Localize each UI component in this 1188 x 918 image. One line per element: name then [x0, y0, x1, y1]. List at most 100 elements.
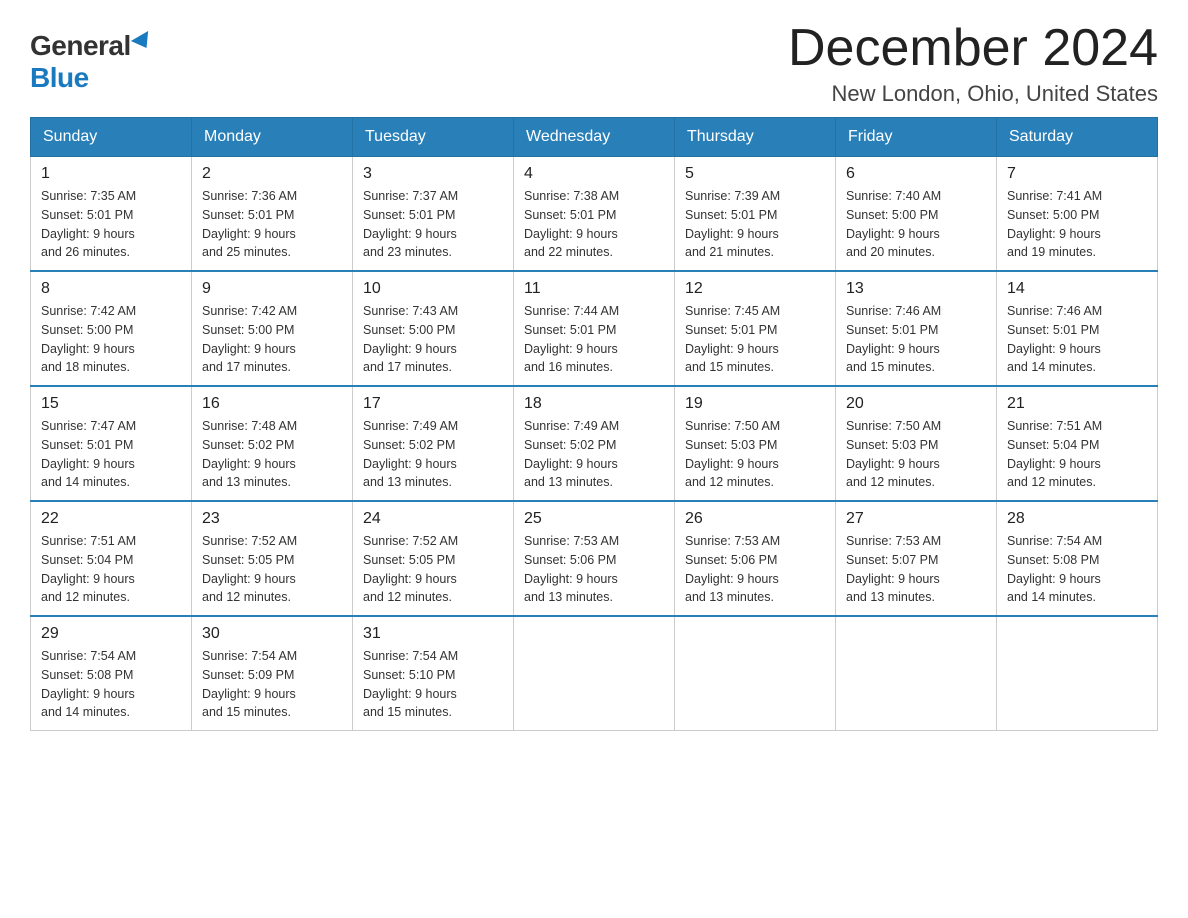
calendar-week-row: 8 Sunrise: 7:42 AM Sunset: 5:00 PM Dayli… — [31, 271, 1158, 386]
calendar-table: SundayMondayTuesdayWednesdayThursdayFrid… — [30, 117, 1158, 731]
day-info: Sunrise: 7:35 AM Sunset: 5:01 PM Dayligh… — [41, 187, 181, 262]
day-info: Sunrise: 7:51 AM Sunset: 5:04 PM Dayligh… — [41, 532, 181, 607]
calendar-cell: 27 Sunrise: 7:53 AM Sunset: 5:07 PM Dayl… — [836, 501, 997, 616]
title-area: December 2024 New London, Ohio, United S… — [788, 20, 1158, 107]
day-number: 16 — [202, 395, 342, 413]
calendar-cell: 16 Sunrise: 7:48 AM Sunset: 5:02 PM Dayl… — [192, 386, 353, 501]
calendar-cell — [997, 616, 1158, 731]
day-number: 8 — [41, 280, 181, 298]
day-info: Sunrise: 7:46 AM Sunset: 5:01 PM Dayligh… — [846, 302, 986, 377]
calendar-cell: 28 Sunrise: 7:54 AM Sunset: 5:08 PM Dayl… — [997, 501, 1158, 616]
calendar-week-row: 29 Sunrise: 7:54 AM Sunset: 5:08 PM Dayl… — [31, 616, 1158, 731]
calendar-cell: 12 Sunrise: 7:45 AM Sunset: 5:01 PM Dayl… — [675, 271, 836, 386]
calendar-cell: 11 Sunrise: 7:44 AM Sunset: 5:01 PM Dayl… — [514, 271, 675, 386]
calendar-cell: 1 Sunrise: 7:35 AM Sunset: 5:01 PM Dayli… — [31, 157, 192, 272]
calendar-cell: 21 Sunrise: 7:51 AM Sunset: 5:04 PM Dayl… — [997, 386, 1158, 501]
header-day-tuesday: Tuesday — [353, 118, 514, 157]
day-info: Sunrise: 7:52 AM Sunset: 5:05 PM Dayligh… — [363, 532, 503, 607]
day-info: Sunrise: 7:47 AM Sunset: 5:01 PM Dayligh… — [41, 417, 181, 492]
day-info: Sunrise: 7:53 AM Sunset: 5:06 PM Dayligh… — [685, 532, 825, 607]
day-number: 6 — [846, 165, 986, 183]
calendar-cell: 29 Sunrise: 7:54 AM Sunset: 5:08 PM Dayl… — [31, 616, 192, 731]
calendar-header-row: SundayMondayTuesdayWednesdayThursdayFrid… — [31, 118, 1158, 157]
calendar-cell: 20 Sunrise: 7:50 AM Sunset: 5:03 PM Dayl… — [836, 386, 997, 501]
header: General Blue December 2024 New London, O… — [30, 20, 1158, 107]
logo: General Blue — [30, 30, 153, 94]
day-number: 12 — [685, 280, 825, 298]
day-info: Sunrise: 7:42 AM Sunset: 5:00 PM Dayligh… — [41, 302, 181, 377]
day-info: Sunrise: 7:46 AM Sunset: 5:01 PM Dayligh… — [1007, 302, 1147, 377]
day-info: Sunrise: 7:50 AM Sunset: 5:03 PM Dayligh… — [846, 417, 986, 492]
day-number: 26 — [685, 510, 825, 528]
header-day-sunday: Sunday — [31, 118, 192, 157]
day-info: Sunrise: 7:40 AM Sunset: 5:00 PM Dayligh… — [846, 187, 986, 262]
day-number: 20 — [846, 395, 986, 413]
calendar-week-row: 1 Sunrise: 7:35 AM Sunset: 5:01 PM Dayli… — [31, 157, 1158, 272]
day-info: Sunrise: 7:44 AM Sunset: 5:01 PM Dayligh… — [524, 302, 664, 377]
day-number: 15 — [41, 395, 181, 413]
day-number: 22 — [41, 510, 181, 528]
day-info: Sunrise: 7:54 AM Sunset: 5:08 PM Dayligh… — [1007, 532, 1147, 607]
day-number: 11 — [524, 280, 664, 298]
header-day-monday: Monday — [192, 118, 353, 157]
day-number: 29 — [41, 625, 181, 643]
day-number: 3 — [363, 165, 503, 183]
day-info: Sunrise: 7:54 AM Sunset: 5:10 PM Dayligh… — [363, 647, 503, 722]
calendar-cell: 26 Sunrise: 7:53 AM Sunset: 5:06 PM Dayl… — [675, 501, 836, 616]
calendar-cell: 7 Sunrise: 7:41 AM Sunset: 5:00 PM Dayli… — [997, 157, 1158, 272]
day-info: Sunrise: 7:49 AM Sunset: 5:02 PM Dayligh… — [363, 417, 503, 492]
calendar-cell: 13 Sunrise: 7:46 AM Sunset: 5:01 PM Dayl… — [836, 271, 997, 386]
day-number: 19 — [685, 395, 825, 413]
day-number: 10 — [363, 280, 503, 298]
logo-blue-text: Blue — [30, 62, 89, 94]
calendar-cell: 5 Sunrise: 7:39 AM Sunset: 5:01 PM Dayli… — [675, 157, 836, 272]
day-number: 18 — [524, 395, 664, 413]
day-number: 17 — [363, 395, 503, 413]
day-info: Sunrise: 7:37 AM Sunset: 5:01 PM Dayligh… — [363, 187, 503, 262]
day-number: 21 — [1007, 395, 1147, 413]
day-info: Sunrise: 7:39 AM Sunset: 5:01 PM Dayligh… — [685, 187, 825, 262]
day-number: 5 — [685, 165, 825, 183]
day-number: 1 — [41, 165, 181, 183]
header-day-saturday: Saturday — [997, 118, 1158, 157]
day-info: Sunrise: 7:41 AM Sunset: 5:00 PM Dayligh… — [1007, 187, 1147, 262]
calendar-cell: 10 Sunrise: 7:43 AM Sunset: 5:00 PM Dayl… — [353, 271, 514, 386]
day-info: Sunrise: 7:51 AM Sunset: 5:04 PM Dayligh… — [1007, 417, 1147, 492]
day-info: Sunrise: 7:52 AM Sunset: 5:05 PM Dayligh… — [202, 532, 342, 607]
day-number: 23 — [202, 510, 342, 528]
calendar-cell: 23 Sunrise: 7:52 AM Sunset: 5:05 PM Dayl… — [192, 501, 353, 616]
calendar-cell: 14 Sunrise: 7:46 AM Sunset: 5:01 PM Dayl… — [997, 271, 1158, 386]
day-info: Sunrise: 7:38 AM Sunset: 5:01 PM Dayligh… — [524, 187, 664, 262]
day-number: 28 — [1007, 510, 1147, 528]
day-info: Sunrise: 7:53 AM Sunset: 5:06 PM Dayligh… — [524, 532, 664, 607]
calendar-cell: 25 Sunrise: 7:53 AM Sunset: 5:06 PM Dayl… — [514, 501, 675, 616]
calendar-cell: 3 Sunrise: 7:37 AM Sunset: 5:01 PM Dayli… — [353, 157, 514, 272]
day-info: Sunrise: 7:50 AM Sunset: 5:03 PM Dayligh… — [685, 417, 825, 492]
calendar-cell — [675, 616, 836, 731]
day-number: 25 — [524, 510, 664, 528]
calendar-cell — [836, 616, 997, 731]
calendar-cell: 22 Sunrise: 7:51 AM Sunset: 5:04 PM Dayl… — [31, 501, 192, 616]
day-info: Sunrise: 7:53 AM Sunset: 5:07 PM Dayligh… — [846, 532, 986, 607]
header-day-wednesday: Wednesday — [514, 118, 675, 157]
day-info: Sunrise: 7:49 AM Sunset: 5:02 PM Dayligh… — [524, 417, 664, 492]
calendar-cell: 30 Sunrise: 7:54 AM Sunset: 5:09 PM Dayl… — [192, 616, 353, 731]
calendar-cell: 24 Sunrise: 7:52 AM Sunset: 5:05 PM Dayl… — [353, 501, 514, 616]
day-info: Sunrise: 7:42 AM Sunset: 5:00 PM Dayligh… — [202, 302, 342, 377]
day-number: 4 — [524, 165, 664, 183]
calendar-cell: 19 Sunrise: 7:50 AM Sunset: 5:03 PM Dayl… — [675, 386, 836, 501]
location-label: New London, Ohio, United States — [788, 81, 1158, 107]
day-number: 2 — [202, 165, 342, 183]
logo-general-text: General — [30, 30, 131, 62]
calendar-week-row: 22 Sunrise: 7:51 AM Sunset: 5:04 PM Dayl… — [31, 501, 1158, 616]
day-info: Sunrise: 7:54 AM Sunset: 5:08 PM Dayligh… — [41, 647, 181, 722]
day-info: Sunrise: 7:45 AM Sunset: 5:01 PM Dayligh… — [685, 302, 825, 377]
calendar-cell: 9 Sunrise: 7:42 AM Sunset: 5:00 PM Dayli… — [192, 271, 353, 386]
day-info: Sunrise: 7:36 AM Sunset: 5:01 PM Dayligh… — [202, 187, 342, 262]
day-number: 30 — [202, 625, 342, 643]
calendar-cell: 8 Sunrise: 7:42 AM Sunset: 5:00 PM Dayli… — [31, 271, 192, 386]
day-number: 14 — [1007, 280, 1147, 298]
calendar-cell: 31 Sunrise: 7:54 AM Sunset: 5:10 PM Dayl… — [353, 616, 514, 731]
calendar-cell: 6 Sunrise: 7:40 AM Sunset: 5:00 PM Dayli… — [836, 157, 997, 272]
calendar-cell: 18 Sunrise: 7:49 AM Sunset: 5:02 PM Dayl… — [514, 386, 675, 501]
